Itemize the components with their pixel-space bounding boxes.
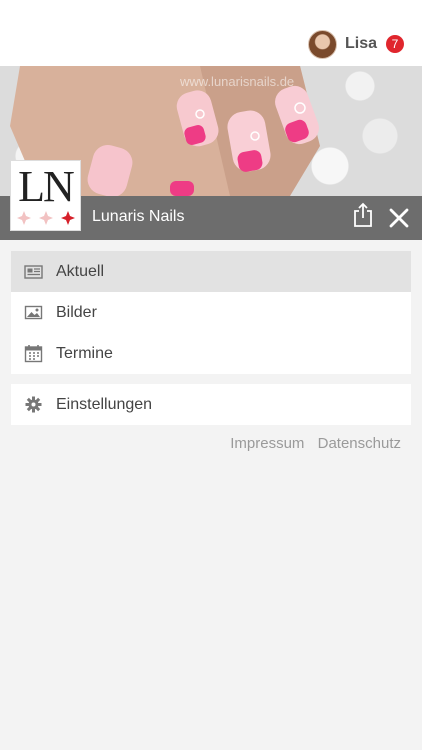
gear-icon: [25, 396, 42, 413]
menu-item-einstellungen[interactable]: Einstellungen: [11, 384, 411, 425]
datenschutz-link[interactable]: Datenschutz: [318, 435, 401, 452]
menu-item-termine[interactable]: Termine: [11, 333, 411, 374]
top-bar: Lisa 7: [0, 0, 422, 66]
notification-badge[interactable]: 7: [386, 35, 404, 53]
menu-label: Aktuell: [56, 262, 105, 280]
menu-item-aktuell[interactable]: Aktuell: [11, 251, 411, 292]
app-name: Lunaris Nails: [92, 208, 185, 225]
footer-links: Impressum Datenschutz: [221, 435, 401, 452]
brand-logo: LN: [10, 160, 81, 231]
main-menu: Aktuell Bilder Termine: [11, 251, 411, 374]
user-avatar[interactable]: [307, 29, 337, 59]
logo-letters: LN: [18, 162, 75, 211]
calendar-icon: [24, 345, 43, 363]
impressum-link[interactable]: Impressum: [230, 435, 304, 452]
logo-flowers-icon: [17, 211, 75, 225]
share-icon[interactable]: [352, 202, 374, 228]
menu-label: Bilder: [56, 303, 97, 321]
user-name[interactable]: Lisa: [345, 35, 377, 53]
user-profile[interactable]: Lisa 7: [307, 29, 404, 59]
close-icon[interactable]: [388, 207, 410, 229]
news-icon: [24, 265, 43, 279]
settings-menu: Einstellungen: [11, 384, 411, 425]
image-icon: [24, 305, 43, 320]
menu-item-bilder[interactable]: Bilder: [11, 292, 411, 333]
menu-label: Einstellungen: [56, 395, 153, 413]
hero-watermark: www.lunarisnails.de: [180, 74, 295, 89]
menu-label: Termine: [56, 344, 113, 362]
